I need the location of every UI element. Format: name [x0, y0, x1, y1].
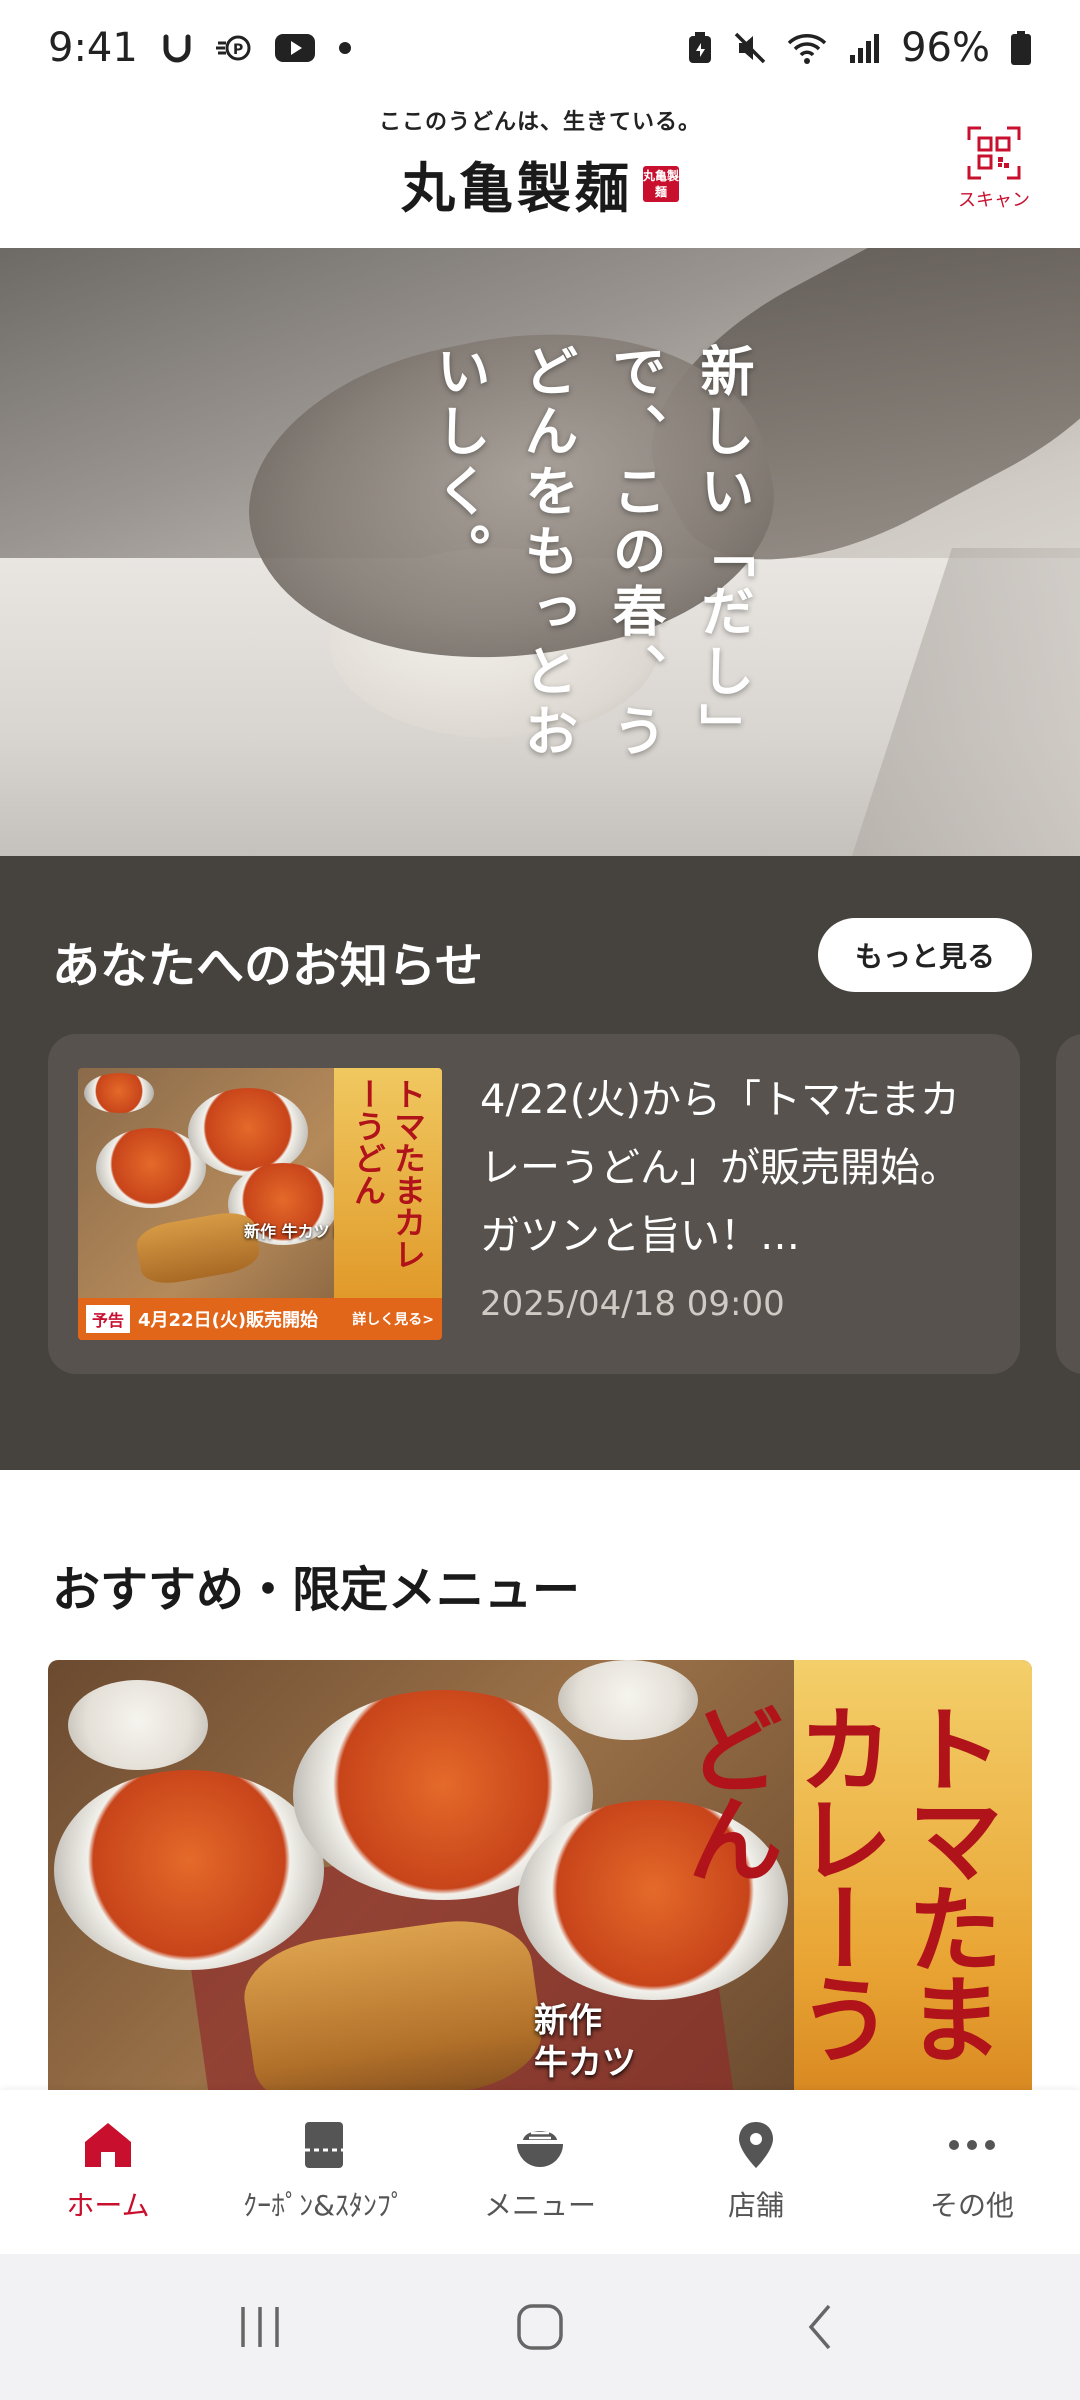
nav-menu[interactable]: メニュー — [432, 2090, 648, 2254]
scan-label: スキャン — [958, 190, 1030, 211]
app-header: ここのうどんは、生きている。 丸亀製麺 丸亀製麺 スキャン — [0, 96, 1080, 248]
pay-icon: P — [215, 33, 252, 63]
back-button[interactable] — [770, 2287, 870, 2367]
nav-home-label: ホーム — [66, 2189, 150, 2222]
hero-copy: 新しい「だし」で、この春、うどんをもっとおいしく。 — [427, 343, 755, 763]
more-dots-icon — [945, 2120, 999, 2174]
nav-home[interactable]: ホーム — [0, 2090, 216, 2254]
bottom-nav: ホーム ｸｰﾎﾟﾝ&ｽﾀﾝﾌﾟ メニュー 店舗 その他 — [0, 2090, 1080, 2254]
brand-tagline: ここのうどんは、生きている。 — [378, 109, 701, 135]
svg-text:P: P — [233, 42, 243, 58]
nav-stores-label: 店舗 — [727, 2189, 784, 2222]
news-thumbnail: 新作 牛カツトマたまカレー トマたまカレーうどん 予告 4月22日(火)販売開始… — [78, 1068, 442, 1340]
coupon-icon — [301, 2120, 347, 2174]
brand-name: 丸亀製麺 — [401, 156, 633, 220]
mail-u-icon — [160, 31, 194, 65]
battery-percent: 96% — [901, 25, 990, 71]
banner-new-label: 新作 — [534, 2001, 602, 2041]
dot-icon — [338, 41, 352, 55]
recents-button[interactable] — [210, 2287, 310, 2367]
recommended-banner[interactable]: 新作 牛カツ トマたまカレーうどん — [48, 1660, 1032, 2090]
mute-icon — [733, 31, 767, 65]
location-pin-icon — [736, 2120, 776, 2174]
brand-seal: 丸亀製麺 — [643, 165, 679, 202]
nav-menu-label: メニュー — [483, 2189, 596, 2222]
thumb-title: トマたまカレーうどん — [349, 1078, 427, 1270]
banner-sub-label: 牛カツ — [534, 2043, 636, 2083]
qr-code-icon — [967, 126, 1021, 184]
thumb-link: 詳しく見る> — [352, 1312, 434, 1328]
news-date: 2025/04/18 09:00 — [480, 1284, 785, 1324]
nav-stores[interactable]: 店舗 — [648, 2090, 864, 2254]
news-card[interactable]: 新作 牛カツトマたまカレー トマたまカレーうどん 予告 4月22日(火)販売開始… — [48, 1034, 1020, 1374]
banner-title: トマたまカレーうどん — [671, 1700, 1004, 2060]
nav-coupon-label: ｸｰﾎﾟﾝ&ｽﾀﾝﾌﾟ — [243, 2189, 405, 2222]
more-news-button[interactable]: もっと見る — [818, 918, 1032, 992]
youtube-icon — [274, 33, 316, 63]
nav-other[interactable]: その他 — [864, 2090, 1080, 2254]
system-nav-bar — [0, 2254, 1080, 2400]
news-body: 4/22(火)から「トマたまカレーうどん」が販売開始。ガツンと旨い！… — [480, 1077, 960, 1259]
battery-icon — [1010, 30, 1032, 66]
battery-saver-icon — [687, 31, 713, 65]
recommended-title: おすすめ・限定メニュー — [52, 1562, 581, 1618]
home-button[interactable] — [490, 2287, 590, 2367]
news-card-next[interactable] — [1056, 1034, 1080, 1374]
wifi-icon — [787, 31, 827, 65]
nav-other-label: その他 — [929, 2189, 1014, 2222]
status-bar: 9:41 P 96% — [0, 0, 1080, 96]
news-section: あなたへのお知らせ もっと見る 新作 牛カツトマたまカレー トマたまカレーうどん… — [0, 856, 1080, 1470]
status-time: 9:41 — [48, 25, 138, 71]
thumb-badge: 予告 — [86, 1305, 131, 1333]
scan-button[interactable]: スキャン — [954, 126, 1034, 226]
signal-icon — [847, 31, 881, 65]
news-title: あなたへのお知らせ — [52, 938, 484, 994]
hero-banner[interactable]: 新しい「だし」で、この春、うどんをもっとおいしく。 — [0, 248, 1080, 856]
nav-coupon-stamp[interactable]: ｸｰﾎﾟﾝ&ｽﾀﾝﾌﾟ — [216, 2090, 432, 2254]
home-icon — [81, 2120, 135, 2174]
bowl-icon — [513, 2120, 567, 2174]
thumb-banner-text: 4月22日(火)販売開始 — [138, 1310, 319, 1331]
brand-logo[interactable]: ここのうどんは、生きている。 丸亀製麺 丸亀製麺 — [360, 104, 720, 223]
